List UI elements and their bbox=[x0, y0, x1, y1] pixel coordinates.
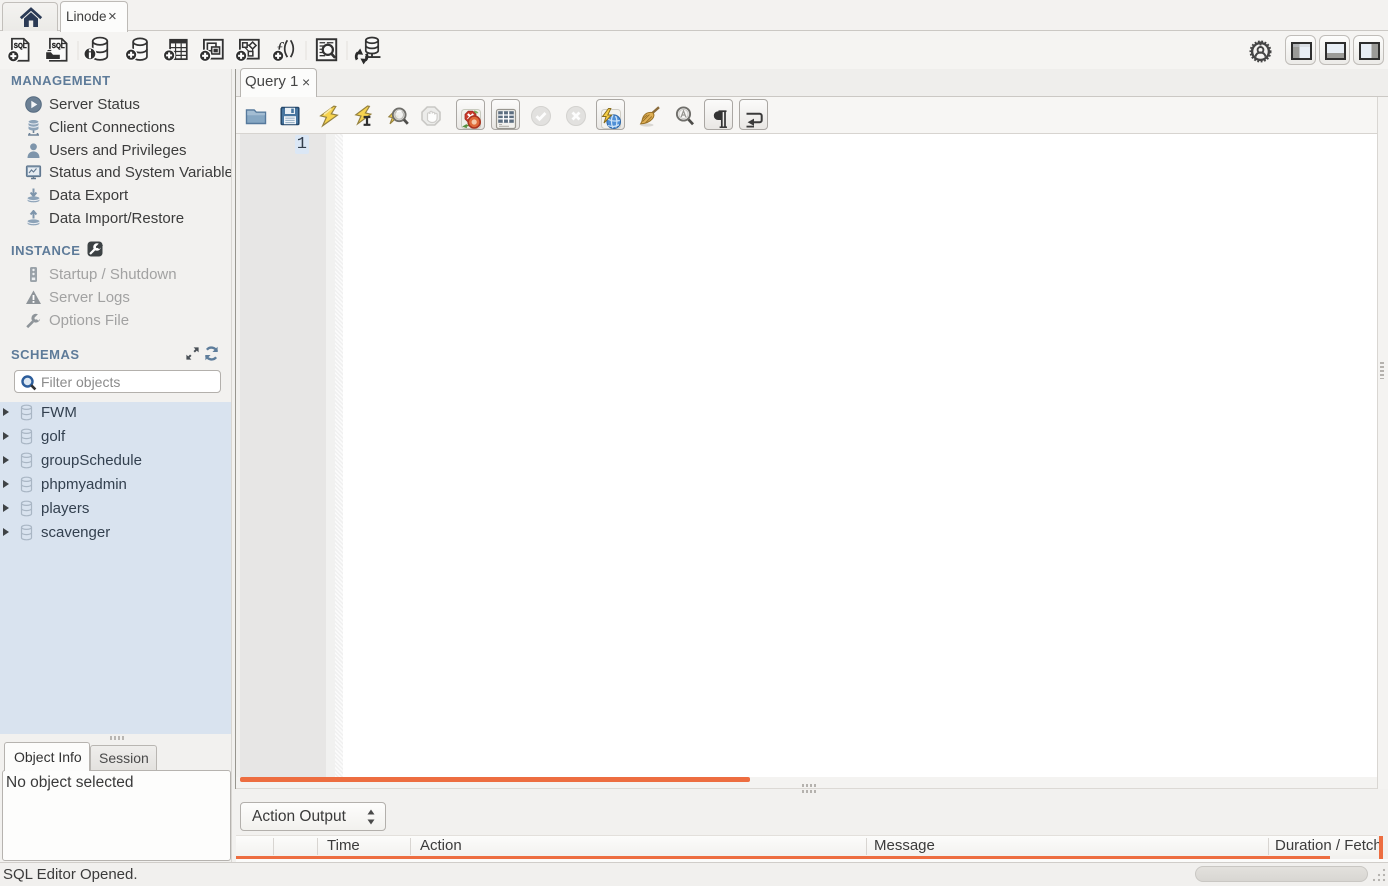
svg-text:SQL: SQL bbox=[14, 41, 27, 50]
svg-text:SQL: SQL bbox=[52, 41, 65, 50]
